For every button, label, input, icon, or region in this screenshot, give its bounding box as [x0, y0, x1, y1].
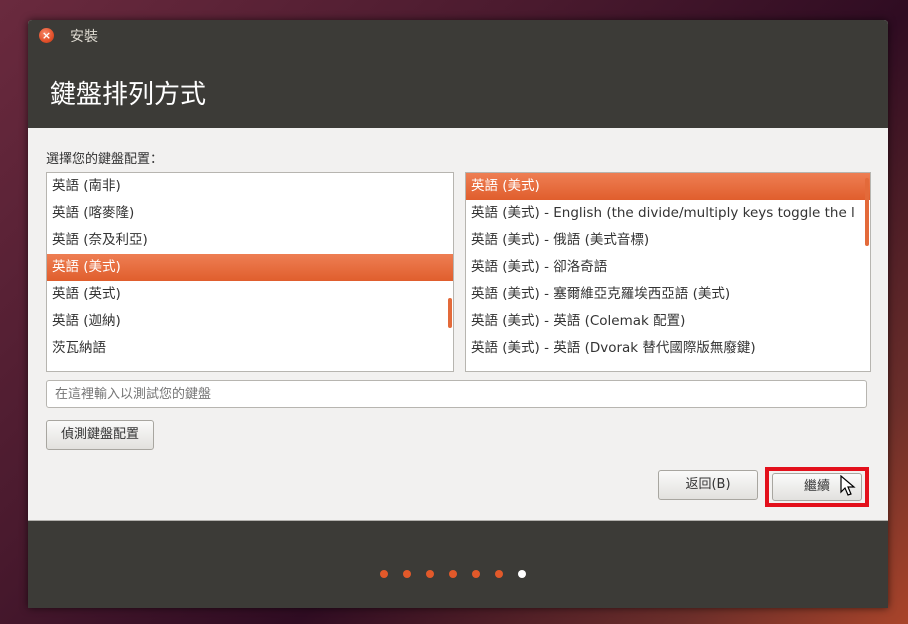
layout-list-scrollbar[interactable] — [448, 298, 452, 328]
back-button[interactable]: 返回(B) — [658, 470, 758, 500]
variant-list-scrollbar[interactable] — [865, 178, 869, 246]
page-header: 鍵盤排列方式 — [28, 50, 888, 128]
layout-list-item[interactable]: 茨瓦納語 — [47, 335, 453, 362]
progress-dots — [380, 563, 541, 578]
close-icon[interactable]: × — [39, 28, 54, 43]
progress-footer — [28, 520, 888, 608]
progress-dot — [449, 570, 457, 578]
layout-list-item[interactable]: 英語 (喀麥隆) — [47, 200, 453, 227]
layout-list-item[interactable]: 英語 (迦納) — [47, 308, 453, 335]
variant-list-item[interactable]: 英語 (美式) — [466, 173, 870, 200]
mouse-cursor-icon — [840, 475, 856, 496]
progress-dot — [472, 570, 480, 578]
variant-list-item[interactable]: 英語 (美式) - 俄語 (美式音標) — [466, 227, 870, 254]
layout-list-item[interactable]: 英語 (美式) — [47, 254, 453, 281]
window-title: 安裝 — [70, 29, 98, 45]
progress-dot — [426, 570, 434, 578]
page-title: 鍵盤排列方式 — [50, 80, 207, 110]
variant-list-item[interactable]: 英語 (美式) - 英語 (Colemak 配置) — [466, 308, 870, 335]
progress-dot — [518, 570, 526, 578]
variant-list-item[interactable]: 英語 (美式) - English (the divide/multiply k… — [466, 200, 870, 227]
layout-list-item[interactable]: 英語 (英式) — [47, 281, 453, 308]
layout-prompt: 選擇您的鍵盤配置： — [46, 152, 164, 167]
layout-list-item[interactable]: 英語 (奈及利亞) — [47, 227, 453, 254]
progress-dot — [380, 570, 388, 578]
installer-window: × 安裝 鍵盤排列方式 選擇您的鍵盤配置： 英語 (南非) 英語 (喀麥隆) 英語 … — [28, 20, 888, 608]
layout-list[interactable]: 英語 (南非) 英語 (喀麥隆) 英語 (奈及利亞) 英語 (美式) 英語 (英式) 英語… — [46, 172, 454, 372]
variant-list-item[interactable]: 英語 (美式) - 塞爾維亞克羅埃西亞語 (美式) — [466, 281, 870, 308]
variant-list-item[interactable]: 英語 (美式) - 卻洛奇語 — [466, 254, 870, 281]
variant-list-item[interactable]: 英語 (美式) - 英語 (Dvorak 替代國際版無廢鍵) — [466, 335, 870, 362]
variant-list[interactable]: 英語 (美式) 英語 (美式) - English (the divide/mul… — [465, 172, 871, 372]
progress-dot — [495, 570, 503, 578]
progress-dot — [403, 570, 411, 578]
detect-layout-button[interactable]: 偵測鍵盤配置 — [46, 420, 154, 450]
keyboard-test-input[interactable] — [46, 380, 867, 408]
layout-list-item[interactable]: 英語 (南非) — [47, 173, 453, 200]
title-bar: × 安裝 — [28, 20, 888, 50]
